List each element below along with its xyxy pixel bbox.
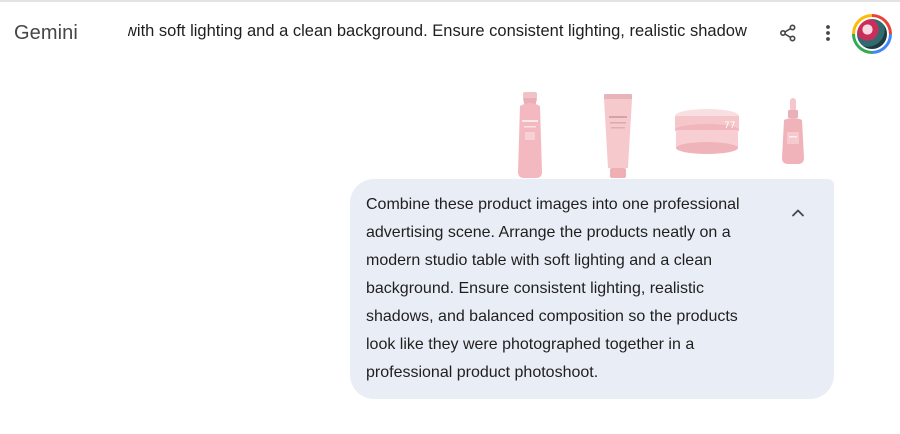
attachment-thumb-serum[interactable] [778,98,808,164]
attached-images: 77 [500,84,830,184]
avatar-image [855,17,889,51]
chevron-up-icon [792,209,804,217]
collapse-prompt-button[interactable] [782,197,814,229]
share-button[interactable] [772,17,804,49]
share-icon [779,24,796,42]
app-header: Gemini with soft lighting and a clean ba… [0,2,900,64]
conversation-title[interactable]: with soft lighting and a clean backgroun… [128,22,768,46]
more-vert-icon [826,25,830,41]
user-prompt-bubble: Combine these product images into one pr… [350,179,834,399]
app-brand[interactable]: Gemini [14,22,78,45]
svg-text:77: 77 [724,121,735,131]
conversation-title-text: with soft lighting and a clean backgroun… [128,22,747,40]
more-options-button[interactable] [812,17,844,49]
user-prompt-text: Combine these product images into one pr… [366,196,740,381]
attachment-thumb-cleanser[interactable] [600,94,636,178]
attachment-thumb-cream[interactable]: 77 [672,106,742,156]
account-avatar[interactable] [852,14,892,54]
attachment-thumb-toner[interactable] [514,92,546,178]
